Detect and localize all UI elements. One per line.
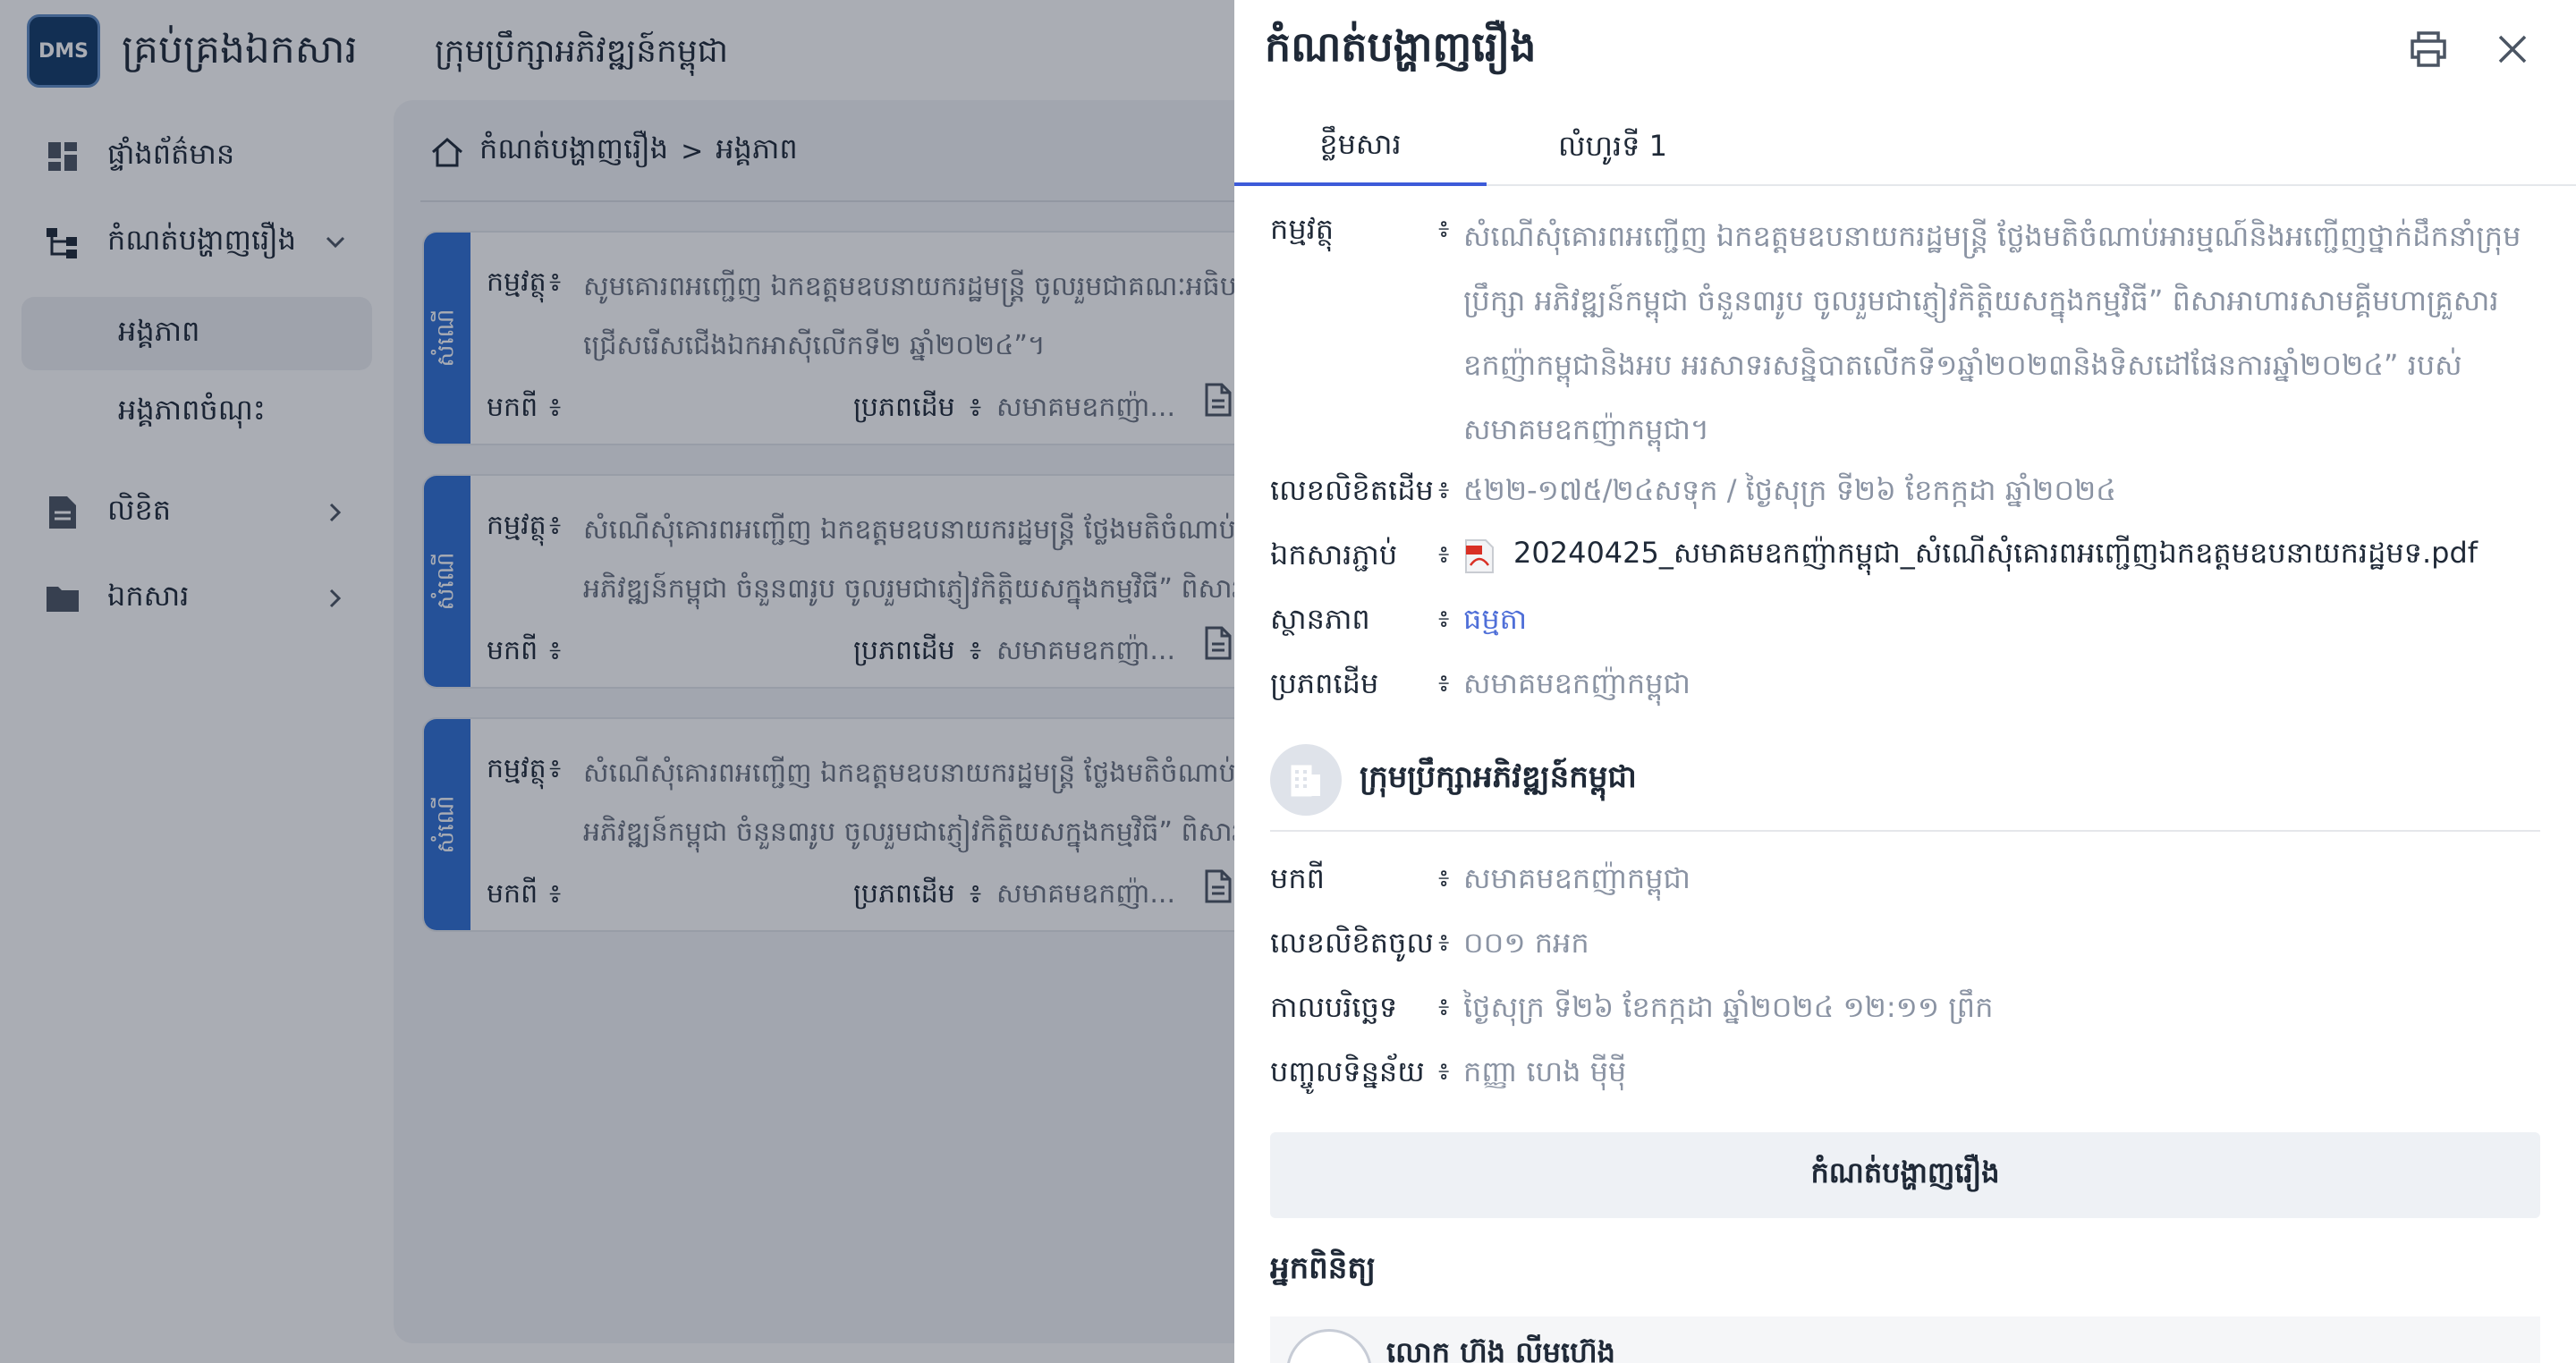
origin-label: ប្រភពដើម: [1270, 666, 1379, 700]
date-value: ថ្ងៃសុក្រ ទី២៦ ខែកក្កដា ឆ្នាំ២០២៤ ១២:១១ …: [1463, 990, 1994, 1024]
incoming-number-value: ០០១ កអក: [1463, 926, 1589, 960]
organization-name: ក្រុមប្រឹក្សាអភិវឌ្ឍន៍កម្ពុជា: [1360, 759, 1637, 795]
field-colon: ៖: [1438, 1056, 1450, 1086]
divider: [1270, 830, 2540, 832]
field-colon: ៖: [1438, 668, 1450, 698]
avatar: [1286, 1329, 1372, 1363]
reviewer-name: លោក ហ៊ង លីមហ៊េង: [1386, 1335, 1615, 1363]
attachment-label: ឯកសារភ្ជាប់: [1270, 538, 1398, 571]
display-setup-button[interactable]: កំណត់បង្ហាញរឿង: [1270, 1132, 2540, 1218]
reviewers-heading: អ្នកពិនិត្យ: [1270, 1250, 1377, 1286]
field-colon: ៖: [1438, 475, 1450, 504]
building-icon: [1270, 744, 1342, 816]
modal-backdrop[interactable]: [0, 0, 1234, 1363]
origin-value: សមាគមឧកញ៉ាកម្ពុជា: [1463, 666, 1690, 700]
attachment-filename: 20240425_សមាគមឧកញ៉ាកម្ពុជា_សំណើសុំគោរពអញ…: [1513, 536, 2479, 570]
field-colon: ៖: [1438, 539, 1450, 569]
subject-label: កម្មវត្ថុ: [1270, 212, 1335, 246]
subject-value: សំណើសុំគោរពអញ្ជើញ ឯកឧត្តមឧបនាយករដ្ឋមន្ត្…: [1463, 219, 2521, 446]
status-label: ស្ថានភាព: [1270, 602, 1370, 636]
field-colon: ៖: [1438, 927, 1450, 957]
field-colon: ៖: [1438, 214, 1450, 243]
tab-flow-1[interactable]: លំហូរទី 1: [1487, 111, 1739, 186]
date-label: កាលបរិច្ឆេទ: [1270, 990, 1398, 1024]
from-value: សមាគមឧកញ៉ាកម្ពុជា: [1463, 861, 1690, 895]
attachment-link[interactable]: 20240425_សមាគមឧកញ៉ាកម្ពុជា_សំណើសុំគោរពអញ…: [1463, 535, 2478, 577]
original-number-label: លេខលិខិតដើម: [1270, 473, 1434, 507]
print-icon: [2411, 31, 2446, 67]
entered-by-label: បញ្ចូលទិន្នន័យ: [1270, 1054, 1425, 1088]
detail-drawer: កំណត់បង្ហាញរឿង ខ្លឹមសារ លំហូរទី 1 កម្មវត…: [1234, 0, 2576, 1363]
field-colon: ៖: [1438, 604, 1450, 633]
incoming-number-label: លេខលិខិតចូល: [1270, 926, 1434, 960]
drawer-title: កំណត់បង្ហាញរឿង: [1265, 22, 1537, 71]
close-icon: [2498, 35, 2527, 63]
field-colon: ៖: [1438, 863, 1450, 893]
entered-by-value: កញ្ញា ហេង ម៉ីម៉ី: [1463, 1054, 1627, 1088]
tab-content[interactable]: ខ្លឹមសារ: [1234, 111, 1487, 186]
reviewer-item[interactable]: លោក ហ៊ង លីមហ៊េង: [1270, 1316, 2540, 1363]
original-number-value: ៥២២-១៧៥/២៤សទុក / ថ្ងៃសុក្រ ទី២៦ ខែកក្កដា…: [1463, 473, 2116, 507]
from-label: មកពី: [1270, 861, 1325, 895]
organization-row: ក្រុមប្រឹក្សាអភិវឌ្ឍន៍កម្ពុជា: [1270, 744, 1637, 816]
close-button[interactable]: [2490, 27, 2535, 72]
pdf-icon: [1465, 538, 1494, 573]
print-button[interactable]: [2406, 27, 2451, 72]
drawer-tabs: ខ្លឹមសារ លំហូរទី 1: [1234, 111, 2576, 186]
field-colon: ៖: [1438, 992, 1450, 1021]
status-value: ធម្មតា: [1463, 602, 1528, 636]
